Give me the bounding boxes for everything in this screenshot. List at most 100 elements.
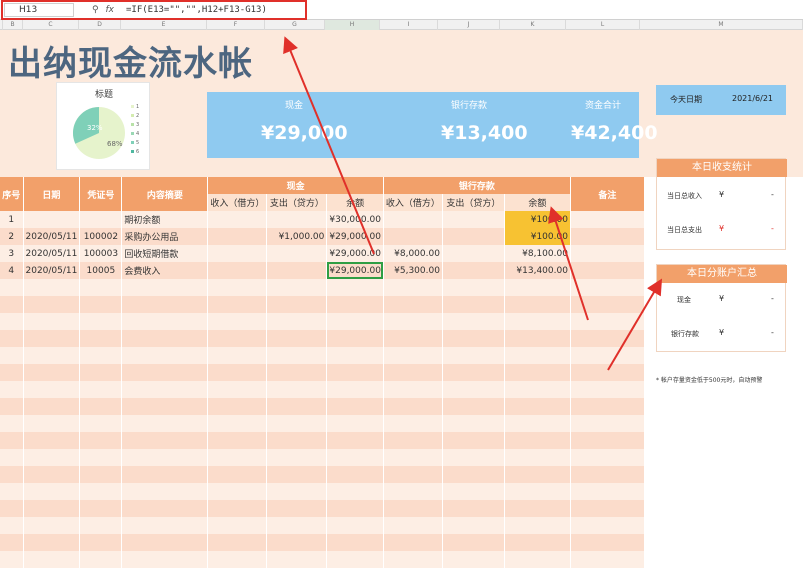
col-header[interactable]: H	[325, 20, 380, 30]
cell[interactable]: 采购办公用品	[121, 228, 209, 245]
header-seq: 序号	[0, 177, 24, 211]
col-header[interactable]: E	[121, 20, 207, 30]
cell[interactable]	[570, 245, 645, 262]
cell[interactable]	[266, 211, 328, 228]
cell[interactable]: ¥8,000.00	[383, 245, 443, 262]
cell[interactable]	[266, 262, 328, 279]
header-bank-balance: 余额	[504, 194, 571, 211]
pie-chart[interactable]: 标题 32% 68% 1 2 3 4 5 6	[56, 82, 150, 170]
empty-row[interactable]	[0, 483, 645, 500]
expense-value: -	[771, 224, 774, 233]
cell[interactable]	[442, 211, 505, 228]
cell[interactable]: 会费收入	[121, 262, 209, 279]
cell[interactable]: ¥100.00	[504, 211, 571, 228]
cell[interactable]	[442, 245, 505, 262]
col-header[interactable]: K	[500, 20, 566, 30]
header-voucher: 凭证号	[79, 177, 123, 211]
today-date-box: 今天日期 2021/6/21	[656, 85, 786, 115]
total-summary-label: 资金合计	[585, 101, 622, 111]
empty-row[interactable]	[0, 466, 645, 483]
cell[interactable]	[570, 262, 645, 279]
cell[interactable]	[570, 228, 645, 245]
empty-row[interactable]	[0, 432, 645, 449]
empty-row[interactable]	[0, 500, 645, 517]
col-header[interactable]: F	[207, 20, 265, 30]
cell[interactable]: 4	[0, 262, 24, 279]
cell[interactable]: ¥13,400.00	[504, 262, 571, 279]
selected-cell-h13[interactable]: ¥29,000.00	[326, 262, 384, 279]
col-header[interactable]: J	[438, 20, 500, 30]
cell[interactable]	[266, 245, 328, 262]
total-summary-value: ¥42,400	[571, 122, 658, 144]
table-row[interactable]: 4 2020/05/11 10005 会费收入 ¥29,000.00 ¥5,30…	[0, 262, 645, 279]
cell[interactable]: 2	[0, 228, 24, 245]
cash-ledger-table: 序号 日期 凭证号 内容摘要 现金 银行存款 备注 收入（借方） 支出（贷方） …	[0, 177, 645, 568]
empty-row[interactable]	[0, 313, 645, 330]
cell[interactable]: ¥29,000.00	[326, 228, 384, 245]
cell[interactable]: 3	[0, 245, 24, 262]
empty-row[interactable]	[0, 398, 645, 415]
empty-row[interactable]	[0, 551, 645, 568]
cell[interactable]: 100002	[79, 228, 123, 245]
account-bank-value: -	[771, 328, 774, 337]
cell[interactable]: ¥100.00	[504, 228, 571, 245]
cell[interactable]	[23, 211, 81, 228]
empty-row[interactable]	[0, 296, 645, 313]
empty-row[interactable]	[0, 347, 645, 364]
bank-summary-value: ¥13,400	[441, 122, 528, 144]
cell[interactable]: 2020/05/11	[23, 245, 81, 262]
header-cash-out: 支出（贷方）	[266, 194, 328, 211]
empty-row[interactable]	[0, 330, 645, 347]
cell[interactable]	[383, 211, 443, 228]
today-label: 今天日期	[670, 95, 702, 104]
cell[interactable]	[79, 211, 123, 228]
col-header[interactable]: M	[640, 20, 803, 30]
col-header[interactable]: D	[79, 20, 121, 30]
cell[interactable]	[570, 211, 645, 228]
cell[interactable]: ¥8,100.00	[504, 245, 571, 262]
cell[interactable]: 10005	[79, 262, 123, 279]
cell[interactable]: 期初余额	[121, 211, 209, 228]
empty-row[interactable]	[0, 534, 645, 551]
cell[interactable]: ¥1,000.00	[266, 228, 328, 245]
table-row[interactable]: 3 2020/05/11 100003 回收短期借款 ¥29,000.00 ¥8…	[0, 245, 645, 262]
account-summary-title: 本日分账户汇总	[657, 265, 787, 283]
header-bank-in: 收入（借方）	[383, 194, 443, 211]
cell[interactable]	[383, 228, 443, 245]
cell[interactable]	[442, 262, 505, 279]
empty-row[interactable]	[0, 415, 645, 432]
header-desc: 内容摘要	[121, 177, 209, 211]
cell[interactable]: ¥5,300.00	[383, 262, 443, 279]
cell[interactable]: 2020/05/11	[23, 262, 81, 279]
cell[interactable]: ¥29,000.00	[326, 245, 384, 262]
col-header[interactable]: L	[566, 20, 640, 30]
cell[interactable]	[207, 245, 268, 262]
bank-summary-label: 银行存款	[451, 101, 488, 111]
cell[interactable]: 2020/05/11	[23, 228, 81, 245]
empty-row[interactable]	[0, 449, 645, 466]
col-header[interactable]: C	[23, 20, 79, 30]
cell[interactable]	[207, 262, 268, 279]
income-currency: ¥	[719, 190, 725, 199]
cash-summary-value: ¥29,000	[261, 122, 348, 144]
warning-note: * 帐户存量资金低于500元时，自动预警	[656, 377, 763, 384]
empty-row[interactable]	[0, 381, 645, 398]
col-header[interactable]: I	[380, 20, 438, 30]
cell[interactable]	[207, 228, 268, 245]
cell[interactable]	[442, 228, 505, 245]
empty-row[interactable]	[0, 517, 645, 534]
cash-summary-label: 现金	[285, 101, 304, 111]
cell[interactable]: 1	[0, 211, 24, 228]
col-header[interactable]: B	[3, 20, 23, 30]
cell[interactable]: ¥30,000.00	[326, 211, 384, 228]
daily-stats-panel: 本日收支统计 当日总收入 ¥ - 当日总支出 ¥ -	[656, 158, 787, 250]
table-row[interactable]: 1 期初余额 ¥30,000.00 ¥100.00	[0, 211, 645, 228]
cell[interactable]: 100003	[79, 245, 123, 262]
table-row[interactable]: 2 2020/05/11 100002 采购办公用品 ¥1,000.00 ¥29…	[0, 228, 645, 245]
col-header[interactable]: G	[265, 20, 325, 30]
empty-row[interactable]	[0, 279, 645, 296]
empty-row[interactable]	[0, 364, 645, 381]
header-row: 序号 日期 凭证号 内容摘要 现金 银行存款 备注	[0, 177, 645, 211]
cell[interactable]	[207, 211, 268, 228]
cell[interactable]: 回收短期借款	[121, 245, 209, 262]
